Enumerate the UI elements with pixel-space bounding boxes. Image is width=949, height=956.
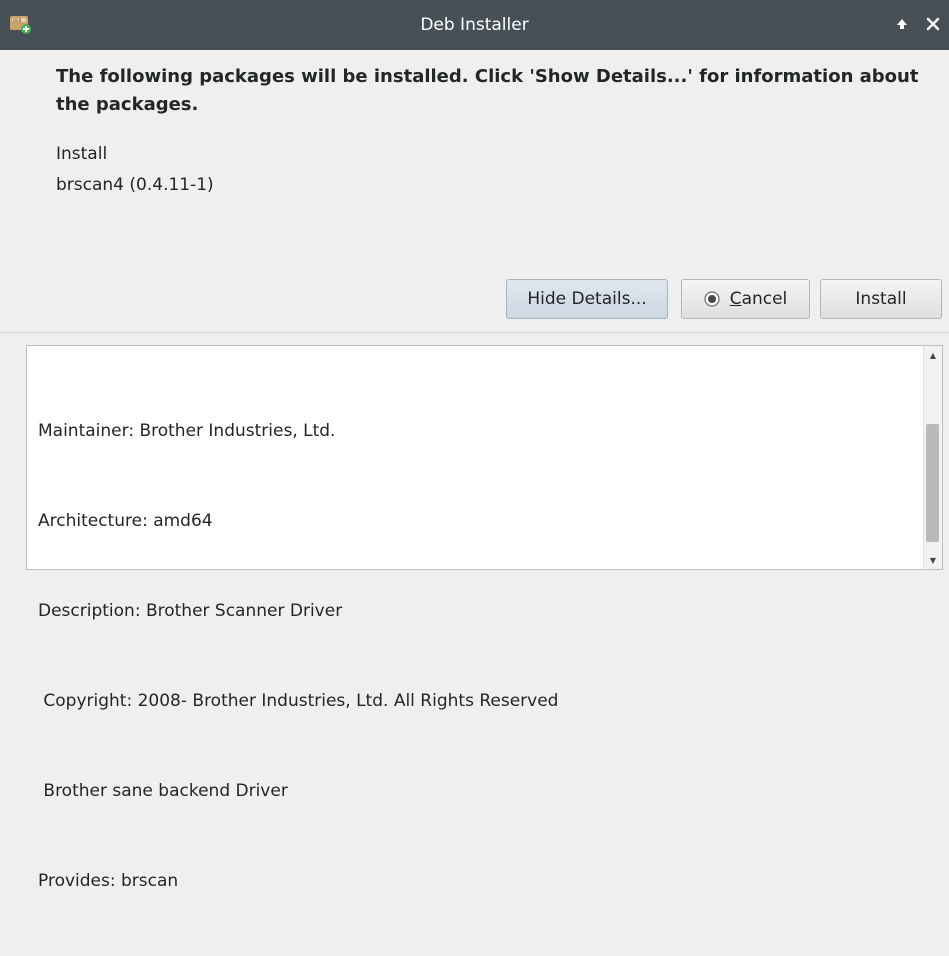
scroll-up-arrow-icon[interactable]: ▲ xyxy=(924,348,942,362)
details-text: Maintainer: Brother Industries, Ltd. Arc… xyxy=(38,356,558,956)
separator xyxy=(0,332,949,333)
install-label: Install xyxy=(855,289,907,309)
cancel-icon xyxy=(704,291,720,307)
scroll-down-arrow-icon[interactable]: ▼ xyxy=(924,553,942,567)
hide-details-label: Hide Details... xyxy=(527,289,647,309)
details-line: Architecture: amd64 xyxy=(38,511,213,531)
details-line: Brother sane backend Driver xyxy=(38,781,288,801)
details-line: Description: Brother Scanner Driver xyxy=(38,601,343,621)
window-title: Deb Installer xyxy=(420,15,529,35)
details-line: Maintainer: Brother Industries, Ltd. xyxy=(38,421,336,441)
install-message: The following packages will be installed… xyxy=(56,66,919,115)
scroll-thumb[interactable] xyxy=(926,424,939,542)
close-icon[interactable] xyxy=(921,12,945,36)
details-line: Provides: brscan xyxy=(38,871,179,891)
details-panel[interactable]: Maintainer: Brother Industries, Ltd. Arc… xyxy=(26,345,943,891)
cancel-button[interactable]: Cancel xyxy=(681,279,810,319)
cancel-label: Cancel xyxy=(729,289,788,309)
title-bar[interactable]: DEB Deb Installer xyxy=(0,0,949,50)
details-scrollbar[interactable]: ▲ ▼ xyxy=(923,346,942,569)
package-item: brscan4 (0.4.11-1) xyxy=(56,175,214,195)
package-action-label: Install xyxy=(56,144,108,164)
arrow-up-icon[interactable] xyxy=(890,12,914,36)
install-button[interactable]: Install xyxy=(820,279,942,319)
hide-details-button[interactable]: Hide Details... xyxy=(506,279,668,319)
details-line: Copyright: 2008- Brother Industries, Ltd… xyxy=(38,691,559,711)
